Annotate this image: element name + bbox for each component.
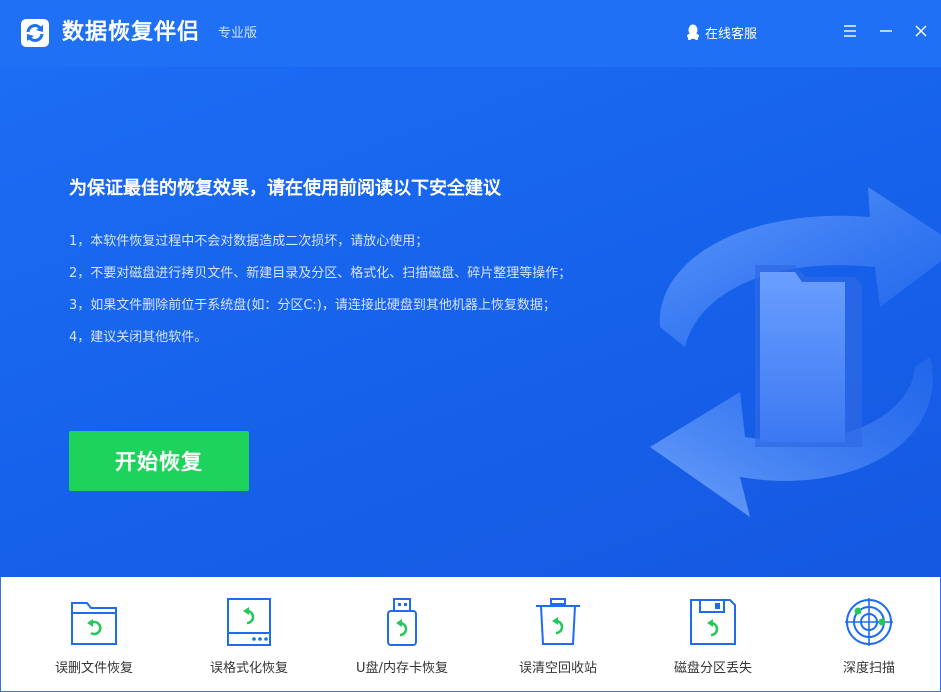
- recovery-illustration-icon: [650, 187, 941, 517]
- app-logo-icon: [21, 19, 49, 47]
- mode-label: 深度扫描: [842, 661, 895, 676]
- qq-icon: [687, 24, 699, 40]
- recovery-mode-bar: 误删文件恢复 误格式化恢复 U盘/内存卡恢复 误清空回收站 磁盘分区丢失 深度扫…: [0, 577, 941, 692]
- safety-tips-list: 1，本软件恢复过程中不会对数据造成二次损坏，请放心使用； 2，不要对磁盘进行拷贝…: [69, 233, 571, 361]
- safety-tip: 1，本软件恢复过程中不会对数据造成二次损坏，请放心使用；: [69, 234, 429, 249]
- mode-label: 磁盘分区丢失: [673, 661, 752, 676]
- title-bar: 数据恢复伴侣 专业版 在线客服: [0, 0, 941, 67]
- mode-recycle-bin[interactable]: 误清空回收站: [488, 577, 628, 690]
- safety-headline: 为保证最佳的恢复效果，请在使用前阅读以下安全建议: [69, 178, 501, 199]
- mode-label: 误删文件恢复: [54, 661, 133, 676]
- safety-tip: 4，建议关闭其他软件。: [69, 330, 208, 345]
- mode-deep-scan[interactable]: 深度扫描: [799, 577, 939, 690]
- minimize-icon[interactable]: [878, 23, 894, 39]
- drive-format-recover-icon: [227, 598, 271, 646]
- start-recovery-button[interactable]: 开始恢复: [69, 431, 249, 491]
- mode-label: 误格式化恢复: [209, 661, 288, 676]
- mode-partition[interactable]: 磁盘分区丢失: [643, 577, 783, 690]
- folder-recover-icon: [71, 602, 117, 645]
- online-support-button[interactable]: 在线客服: [686, 22, 757, 42]
- app-edition: 专业版: [218, 26, 258, 41]
- mode-usb[interactable]: U盘/内存卡恢复: [332, 577, 472, 690]
- mode-label: U盘/内存卡恢复: [356, 661, 448, 676]
- usb-recover-icon: [387, 598, 417, 646]
- radar-scan-icon: [845, 598, 893, 646]
- hero-panel: 为保证最佳的恢复效果，请在使用前阅读以下安全建议 1，本软件恢复过程中不会对数据…: [0, 67, 941, 577]
- recycle-bin-recover-icon: [536, 598, 580, 645]
- partition-recover-icon: [690, 599, 736, 645]
- close-icon[interactable]: [913, 23, 929, 39]
- app-title: 数据恢复伴侣: [62, 20, 201, 45]
- safety-tip: 2，不要对磁盘进行拷贝文件、新建目录及分区、格式化、扫描磁盘、碎片整理等操作；: [69, 266, 572, 281]
- online-support-label: 在线客服: [705, 26, 758, 42]
- mode-deleted-file[interactable]: 误删文件恢复: [24, 577, 164, 690]
- mode-format[interactable]: 误格式化恢复: [179, 577, 319, 690]
- mode-label: 误清空回收站: [518, 661, 597, 676]
- menu-icon[interactable]: [842, 23, 858, 39]
- safety-tip: 3，如果文件删除前位于系统盘(如：分区C:)，请连接此硬盘到其他机器上恢复数据；: [69, 298, 556, 313]
